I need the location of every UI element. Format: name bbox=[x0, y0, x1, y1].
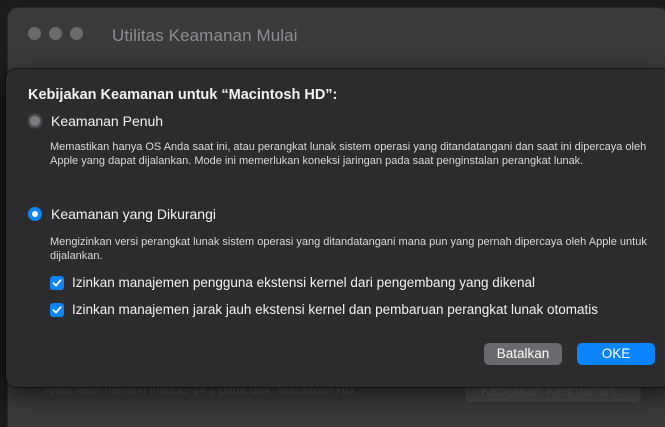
full-security-description: Memastikan hanya OS Anda saat ini, atau … bbox=[50, 141, 647, 167]
full-security-option[interactable]: Keamanan Penuh bbox=[28, 113, 163, 129]
remote-management-label[interactable]: Izinkan manajemen jarak jauh ekstensi ke… bbox=[72, 302, 598, 317]
kernel-extension-user-management-option[interactable]: Izinkan manajemen pengguna ekstensi kern… bbox=[50, 275, 535, 290]
checkmark-icon bbox=[52, 305, 62, 313]
reduced-security-description: Mengizinkan versi perangkat lunak sistem… bbox=[50, 236, 647, 262]
remote-management-checkbox[interactable] bbox=[50, 302, 64, 317]
reduced-security-label[interactable]: Keamanan yang Dikurangi bbox=[51, 206, 216, 222]
kernel-extension-user-management-checkbox[interactable] bbox=[50, 275, 64, 290]
zoom-window-button[interactable] bbox=[70, 27, 83, 40]
screen: Utilitas Keamanan Mulai Anda telah memil… bbox=[0, 0, 665, 427]
reduced-security-radio[interactable] bbox=[28, 207, 42, 221]
kernel-extension-user-management-label[interactable]: Izinkan manajemen pengguna ekstensi kern… bbox=[72, 275, 535, 290]
sheet-heading: Kebijakan Keamanan untuk “Macintosh HD”: bbox=[28, 87, 338, 103]
full-security-radio[interactable] bbox=[28, 114, 42, 128]
reduced-security-option[interactable]: Keamanan yang Dikurangi bbox=[28, 206, 216, 222]
ok-button[interactable]: OKE bbox=[577, 343, 655, 365]
window-controls bbox=[28, 27, 83, 40]
close-window-button[interactable] bbox=[28, 27, 41, 40]
cancel-button[interactable]: Batalkan bbox=[484, 343, 562, 365]
minimize-window-button[interactable] bbox=[49, 27, 62, 40]
window-title: Utilitas Keamanan Mulai bbox=[112, 26, 298, 45]
checkmark-icon bbox=[52, 278, 62, 286]
remote-management-option[interactable]: Izinkan manajemen jarak jauh ekstensi ke… bbox=[50, 302, 598, 317]
security-policy-sheet: Kebijakan Keamanan untuk “Macintosh HD”:… bbox=[6, 69, 665, 387]
full-security-label[interactable]: Keamanan Penuh bbox=[51, 113, 163, 129]
